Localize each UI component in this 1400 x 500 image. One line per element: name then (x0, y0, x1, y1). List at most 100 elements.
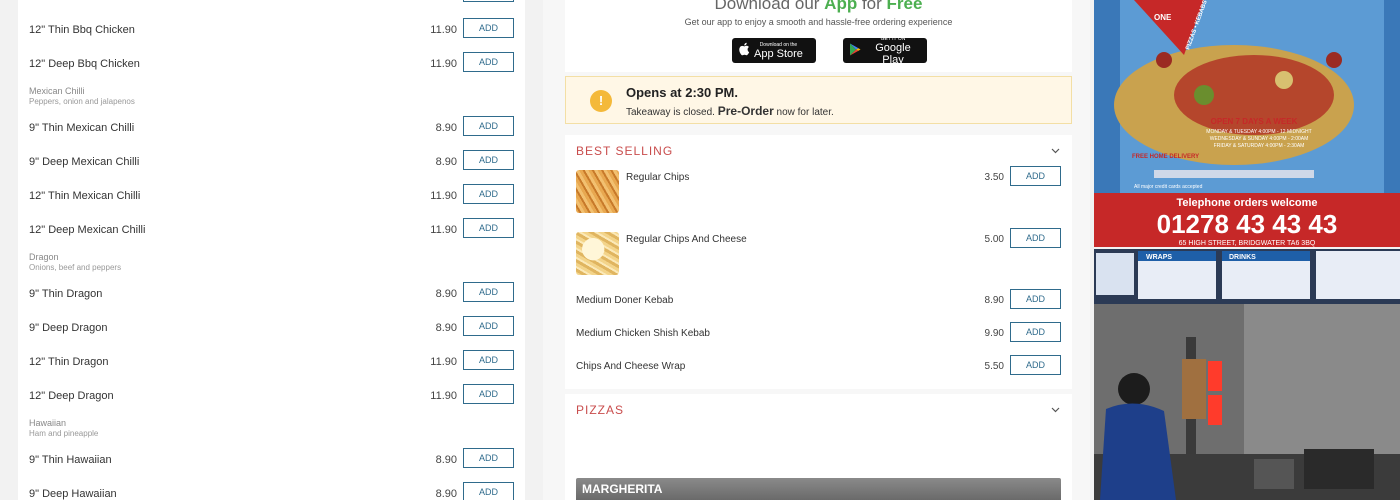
menu-item-price: 8.90 (435, 156, 457, 168)
menu-item-partial (18, 0, 525, 6)
pizzas-section: PIZZAS MARGHERITA (565, 394, 1072, 500)
menu-item-price: 11.90 (430, 224, 457, 236)
app-store-button[interactable]: Download on the App Store (732, 38, 816, 63)
later-text: now for later. (776, 107, 834, 118)
menu-item: 9" Thin Dragon 8.90 ADD (18, 282, 525, 316)
item-price: 9.90 (984, 328, 1004, 339)
add-button[interactable]: ADD (463, 116, 514, 136)
item-price: 5.50 (984, 361, 1004, 372)
menu-item: 12" Thin Mexican Chilli 11.90 ADD (18, 184, 525, 218)
headline-free: Free (886, 0, 923, 13)
menu-item-price: 8.90 (435, 322, 457, 334)
menu-board-wraps: WRAPS (1146, 254, 1172, 261)
item-name: Regular Chips And Cheese (626, 234, 747, 245)
menu-item: 9" Deep Hawaiian 8.90 ADD (18, 482, 525, 500)
menu-item-name: 9" Deep Dragon (29, 322, 108, 334)
menu-item-name: 12" Deep Dragon (29, 390, 114, 402)
app-promo-headline: Download our App for Free (565, 0, 1072, 14)
menu-item: 12" Thin Dragon 11.90 ADD (18, 350, 525, 384)
category-title: Hawaiian (29, 418, 67, 428)
menu-item-name: 9" Thin Mexican Chilli (29, 122, 135, 134)
add-button[interactable]: ADD (463, 482, 514, 500)
flyer-free-delivery: FREE HOME DELIVERY (1132, 154, 1199, 160)
flyer-hours-3: FRIDAY & SATURDAY 4:00PM - 2:30AM (1214, 143, 1305, 149)
category-title: Mexican Chilli (29, 86, 85, 96)
add-button[interactable]: ADD (463, 384, 514, 404)
pizza-item-header[interactable]: MARGHERITA (576, 478, 1061, 500)
menu-item-price: 8.90 (435, 488, 457, 500)
add-button[interactable]: ADD (463, 18, 514, 38)
section-title[interactable]: PIZZAS (576, 403, 624, 417)
add-button[interactable]: ADD (463, 282, 514, 302)
menu-item-price: 11.90 (430, 58, 457, 70)
app-promo-banner: Download our App for Free Get our app to… (565, 0, 1072, 72)
menu-item-name: 12" Deep Mexican Chilli (29, 224, 146, 236)
menu-item-name: 12" Thin Bbq Chicken (29, 24, 135, 36)
add-button[interactable]: ADD (1010, 166, 1061, 186)
menu-item-name: 12" Thin Dragon (29, 356, 109, 368)
store-big-text: Google Play (875, 41, 911, 66)
google-play-button[interactable]: GET IT ON Google Play (843, 36, 927, 66)
menu-item-name: 9" Thin Hawaiian (29, 454, 112, 466)
store-big-text: App Store (754, 47, 803, 60)
menu-item-name: 9" Deep Mexican Chilli (29, 156, 140, 168)
restaurant-flyer-photo: ONE PIZZAS • KEBABS • BURGERS OPEN 7 DAY… (1094, 0, 1400, 247)
main-panel: Download our App for Free Get our app to… (543, 0, 1090, 500)
menu-item-name: 12" Deep Bbq Chicken (29, 58, 140, 70)
add-button[interactable]: ADD (463, 52, 514, 72)
menu-item: 12" Deep Mexican Chilli 11.90 ADD (18, 218, 525, 252)
menu-item-price: 8.90 (435, 122, 457, 134)
menu-item-price: 11.90 (430, 356, 457, 368)
headline-text: for (861, 0, 882, 13)
menu-item: 12" Deep Bbq Chicken 11.90 ADD (18, 52, 525, 86)
add-button[interactable]: ADD (463, 350, 514, 370)
add-button[interactable]: ADD (463, 184, 514, 204)
category-description: Peppers, onion and jalapenos (29, 97, 135, 106)
headline-app: App (824, 0, 858, 13)
menu-list-panel: 12" Thin Bbq Chicken 11.90 ADD 12" Deep … (18, 0, 525, 500)
category-header: Mexican Chilli Peppers, onion and jalape… (29, 86, 135, 106)
add-button[interactable]: ADD (1010, 289, 1061, 309)
warning-icon: ! (590, 90, 612, 112)
add-button[interactable]: ADD (463, 448, 514, 468)
chevron-down-icon[interactable] (1051, 405, 1060, 415)
flyer-address: 65 HIGH STREET, BRIDGWATER TA6 3BQ (1179, 240, 1316, 247)
add-button[interactable] (463, 0, 514, 2)
menu-board-drinks: DRINKS (1229, 254, 1256, 261)
item-price: 8.90 (984, 295, 1004, 306)
chevron-down-icon[interactable] (1051, 146, 1060, 156)
flyer-credit-cards: All major credit cards accepted (1134, 184, 1203, 190)
menu-item: 9" Thin Hawaiian 8.90 ADD (18, 448, 525, 482)
section-title[interactable]: BEST SELLING (576, 144, 673, 158)
flyer-open-days: OPEN 7 DAYS A WEEK (1211, 117, 1298, 126)
menu-item: 12" Deep Dragon 11.90 ADD (18, 384, 525, 418)
menu-item-price: 8.90 (435, 454, 457, 466)
menu-item-name: 12" Thin Mexican Chilli (29, 190, 141, 202)
item-name: Regular Chips (626, 172, 690, 183)
flyer-hours-1: MONDAY & TUESDAY 4:00PM - 12 MIDNIGHT (1206, 129, 1311, 135)
add-button[interactable]: ADD (1010, 228, 1061, 248)
chips-image (576, 170, 619, 213)
preorder-text: Pre-Order (717, 104, 774, 118)
menu-item-price: 11.90 (430, 190, 457, 202)
store-small-text: Download on the (759, 41, 798, 48)
menu-item: 9" Thin Mexican Chilli 8.90 ADD (18, 116, 525, 150)
headline-text: Download our (714, 0, 820, 13)
menu-item: 12" Thin Bbq Chicken 11.90 ADD (18, 18, 525, 52)
menu-item-price: 8.90 (435, 288, 457, 300)
category-header: Hawaiian Ham and pineapple (29, 418, 98, 438)
app-promo-subtitle: Get our app to enjoy a smooth and hassle… (684, 17, 953, 27)
flyer-telephone-orders: Telephone orders welcome (1176, 197, 1317, 209)
add-button[interactable]: ADD (1010, 355, 1061, 375)
add-button[interactable]: ADD (463, 150, 514, 170)
flyer-phone-number: 01278 43 43 43 (1157, 209, 1338, 239)
add-button[interactable]: ADD (463, 316, 514, 336)
shop-interior-photo: WRAPS DRINKS (1094, 249, 1400, 500)
add-button[interactable]: ADD (1010, 322, 1061, 342)
closed-message: Takeaway is closed. Pre-Order now for la… (626, 104, 834, 118)
opening-time: Opens at 2:30 PM. (626, 85, 738, 100)
add-button[interactable]: ADD (463, 218, 514, 238)
menu-item: 9" Deep Dragon 8.90 ADD (18, 316, 525, 350)
item-price: 5.00 (984, 234, 1004, 245)
category-header: Dragon Onions, beef and peppers (29, 252, 121, 272)
